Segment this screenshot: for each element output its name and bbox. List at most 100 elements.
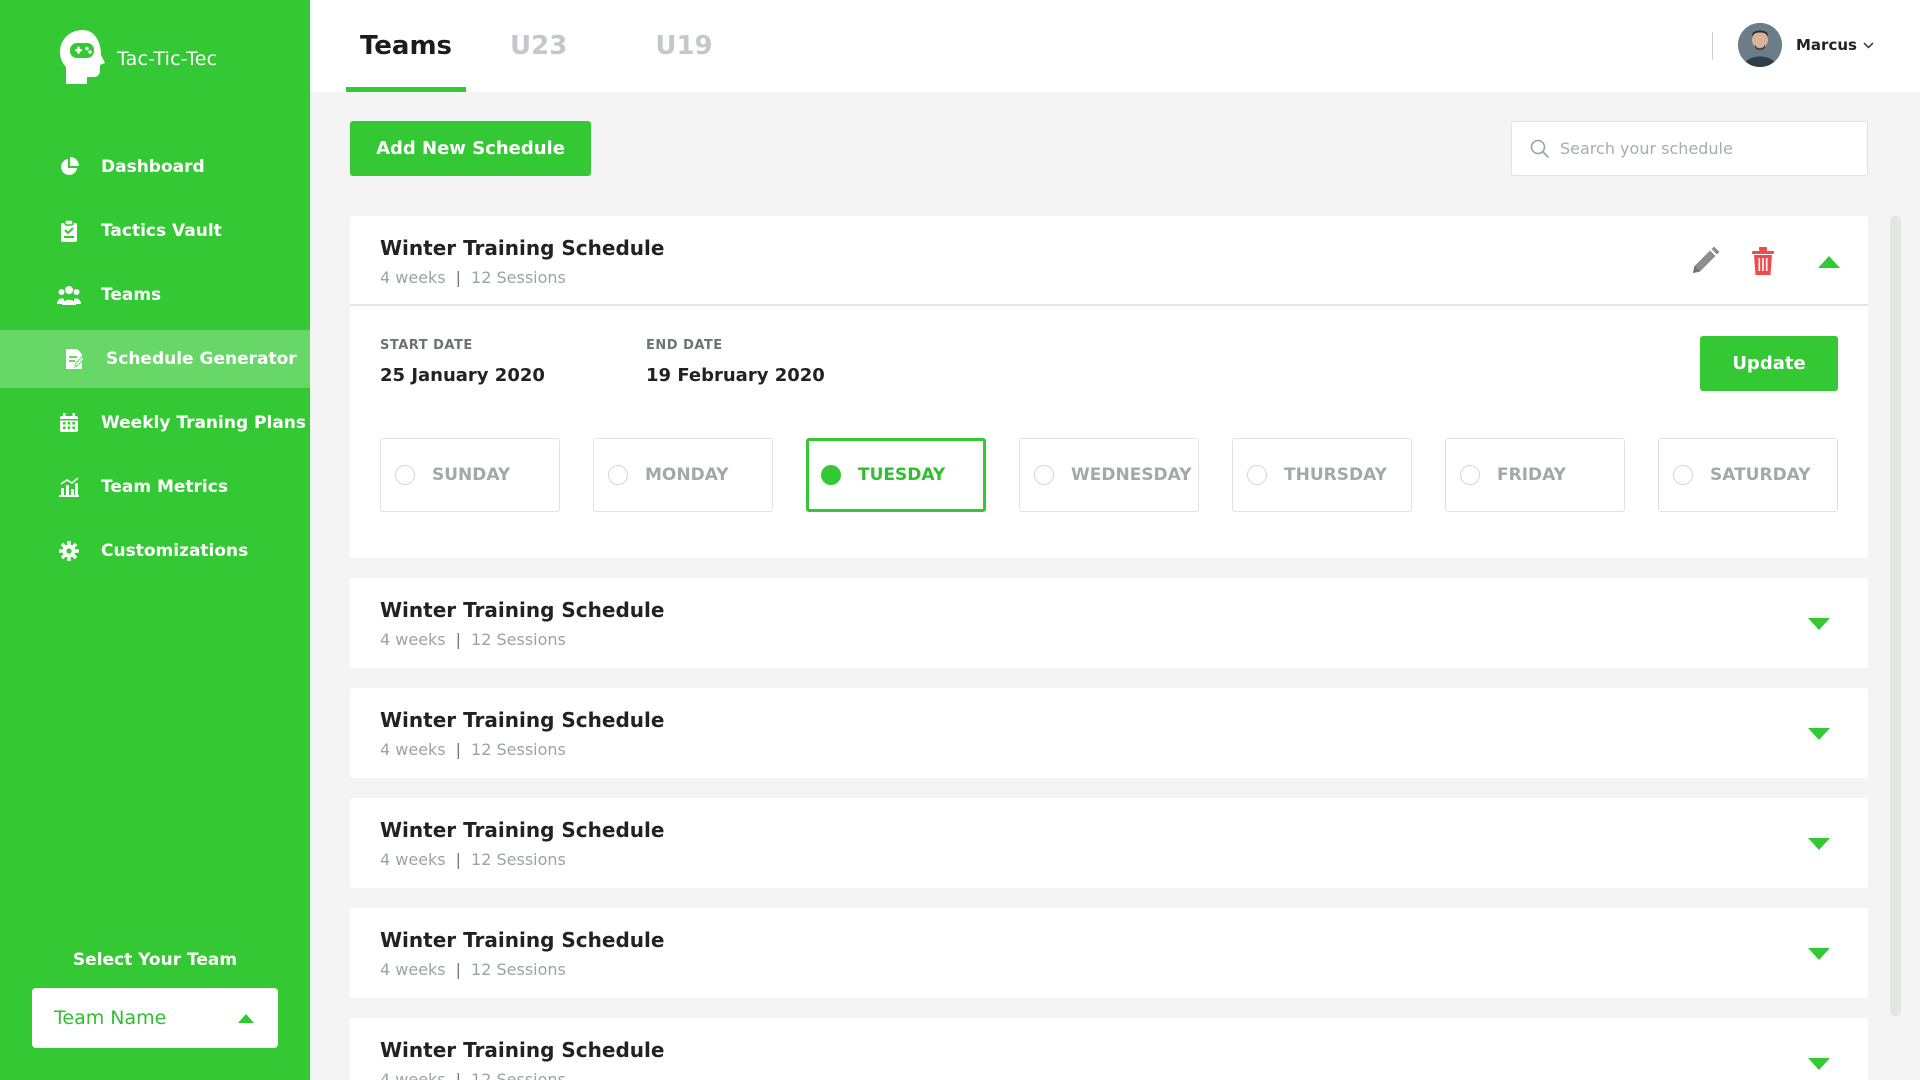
schedule-title: Winter Training Schedule (380, 928, 665, 952)
team-select-dropdown[interactable]: Team Name (32, 988, 278, 1048)
clipboard-icon (57, 219, 81, 243)
day-label: TUESDAY (858, 465, 946, 485)
schedule-meta: 4 weeks | 12 Sessions (380, 268, 1838, 287)
schedule-card-header[interactable]: Winter Training Schedule 4 weeks | 12 Sess… (350, 216, 1868, 306)
day-option-monday[interactable]: MONDAY (593, 438, 773, 512)
app-logo[interactable]: Tac-Tic-Tec (57, 28, 217, 90)
meta-separator: | (455, 740, 462, 759)
expand-toggle[interactable] (1808, 616, 1830, 635)
schedule-card-header[interactable]: Winter Training Schedule 4 weeks | 12 Sess… (350, 688, 1868, 778)
add-new-schedule-button[interactable]: Add New Schedule (350, 121, 591, 176)
caret-down-icon (1808, 1058, 1830, 1070)
app-name: Tac-Tic-Tec (117, 48, 218, 70)
day-option-wednesday[interactable]: WEDNESDAY (1019, 438, 1199, 512)
tab-u23[interactable]: U23 (496, 0, 581, 92)
schedule-weeks: 4 weeks (380, 960, 446, 979)
caret-down-icon (1808, 948, 1830, 960)
schedule-weeks: 4 weeks (380, 740, 446, 759)
sidebar-item-tactics-vault[interactable]: Tactics Vault (0, 202, 310, 260)
sidebar-item-schedule-generator[interactable]: Schedule Generator (0, 330, 310, 388)
end-date-label: END DATE (646, 338, 723, 353)
user-name: Marcus (1796, 36, 1857, 54)
schedule-card[interactable]: Winter Training Schedule 4 weeks | 12 Sess… (350, 908, 1868, 998)
sidebar-item-customizations[interactable]: Customizations (0, 522, 310, 580)
schedule-title: Winter Training Schedule (380, 1038, 665, 1062)
search-box (1511, 121, 1868, 176)
schedule-sessions: 12 Sessions (471, 268, 566, 287)
radio (1673, 465, 1693, 485)
schedule-card[interactable]: Winter Training Schedule 4 weeks | 12 Sess… (350, 688, 1868, 778)
sidebar-item-dashboard[interactable]: Dashboard (0, 138, 310, 196)
caret-up-icon (1818, 255, 1840, 268)
schedule-card[interactable]: Winter Training Schedule 4 weeks | 12 Sess… (350, 1018, 1868, 1080)
sidebar-item-label: Teams (101, 285, 162, 305)
expand-toggle[interactable] (1808, 726, 1830, 745)
expand-toggle[interactable] (1808, 946, 1830, 965)
update-button[interactable]: Update (1700, 336, 1838, 391)
expand-toggle[interactable] (1808, 836, 1830, 855)
sidebar-item-team-metrics[interactable]: Team Metrics (0, 458, 310, 516)
radio (1247, 465, 1267, 485)
schedule-card[interactable]: Winter Training Schedule 4 weeks | 12 Sess… (350, 578, 1868, 668)
delete-button[interactable] (1752, 247, 1774, 275)
collapse-toggle[interactable] (1818, 255, 1840, 268)
search-input[interactable] (1560, 139, 1860, 158)
sidebar-item-weekly-training-plans[interactable]: Weekly Traning Plans (0, 394, 310, 452)
sidebar-item-label: Team Metrics (101, 477, 228, 497)
end-date-value[interactable]: 19 February 2020 (646, 365, 825, 386)
schedule-meta: 4 weeks | 12 Sessions (380, 630, 1838, 649)
team-select-value: Team Name (54, 1007, 167, 1029)
gear-icon (57, 539, 81, 563)
schedule-title: Winter Training Schedule (380, 598, 665, 622)
schedule-list: Winter Training Schedule 4 weeks | 12 Sess… (350, 216, 1868, 1080)
edit-document-icon (62, 347, 86, 371)
meta-separator: | (455, 960, 462, 979)
day-selector: SUNDAY MONDAY TUESDAY WEDNESDAY THURSDAY… (380, 438, 1838, 512)
schedule-card-header[interactable]: Winter Training Schedule 4 weeks | 12 Sess… (350, 1018, 1868, 1080)
schedule-card-header[interactable]: Winter Training Schedule 4 weeks | 12 Sess… (350, 578, 1868, 668)
schedule-actions (1658, 246, 1840, 276)
tab-u19[interactable]: U19 (641, 0, 726, 92)
select-team-label: Select Your Team (72, 950, 238, 970)
day-option-thursday[interactable]: THURSDAY (1232, 438, 1412, 512)
calendar-icon (57, 411, 81, 435)
day-option-sunday[interactable]: SUNDAY (380, 438, 560, 512)
edit-button[interactable] (1690, 246, 1720, 276)
schedule-sessions: 12 Sessions (471, 630, 566, 649)
radio (395, 465, 415, 485)
sidebar-item-label: Customizations (101, 541, 249, 561)
head-gamepad-icon (60, 30, 105, 84)
tab-teams[interactable]: Teams (346, 0, 467, 92)
schedule-meta: 4 weeks | 12 Sessions (380, 960, 1838, 979)
meta-separator: | (455, 1070, 462, 1080)
day-option-tuesday[interactable]: TUESDAY (806, 438, 986, 512)
radio (1460, 465, 1480, 485)
sidebar-item-label: Dashboard (101, 157, 205, 177)
bar-chart-icon (57, 475, 81, 499)
start-date-value[interactable]: 25 January 2020 (380, 365, 545, 386)
schedule-card[interactable]: Winter Training Schedule 4 weeks | 12 Sess… (350, 798, 1868, 888)
chevron-down-icon (1863, 41, 1874, 49)
team-tabs: Teams U23 U19 (346, 0, 787, 92)
schedule-title: Winter Training Schedule (380, 236, 665, 260)
trash-icon (1752, 247, 1774, 275)
scrollbar[interactable] (1890, 216, 1901, 1016)
search-icon (1530, 139, 1550, 158)
schedule-meta: 4 weeks | 12 Sessions (380, 850, 1838, 869)
schedule-sessions: 12 Sessions (471, 960, 566, 979)
user-menu[interactable]: Marcus (1738, 23, 1874, 67)
expand-toggle[interactable] (1808, 1056, 1830, 1075)
day-option-friday[interactable]: FRIDAY (1445, 438, 1625, 512)
sidebar: Tac-Tic-Tec Dashboard Tactics Vault Team… (0, 0, 310, 1080)
schedule-card-header[interactable]: Winter Training Schedule 4 weeks | 12 Sess… (350, 908, 1868, 998)
day-label: THURSDAY (1284, 465, 1387, 485)
day-option-saturday[interactable]: SATURDAY (1658, 438, 1838, 512)
caret-down-icon (1808, 838, 1830, 850)
schedule-weeks: 4 weeks (380, 630, 446, 649)
schedule-card-header[interactable]: Winter Training Schedule 4 weeks | 12 Sess… (350, 798, 1868, 888)
end-date: END DATE 19 February 2020 (646, 338, 825, 386)
avatar (1738, 23, 1782, 67)
sidebar-item-teams[interactable]: Teams (0, 266, 310, 324)
start-date-label: START DATE (380, 338, 473, 353)
schedule-meta: 4 weeks | 12 Sessions (380, 1070, 1838, 1080)
